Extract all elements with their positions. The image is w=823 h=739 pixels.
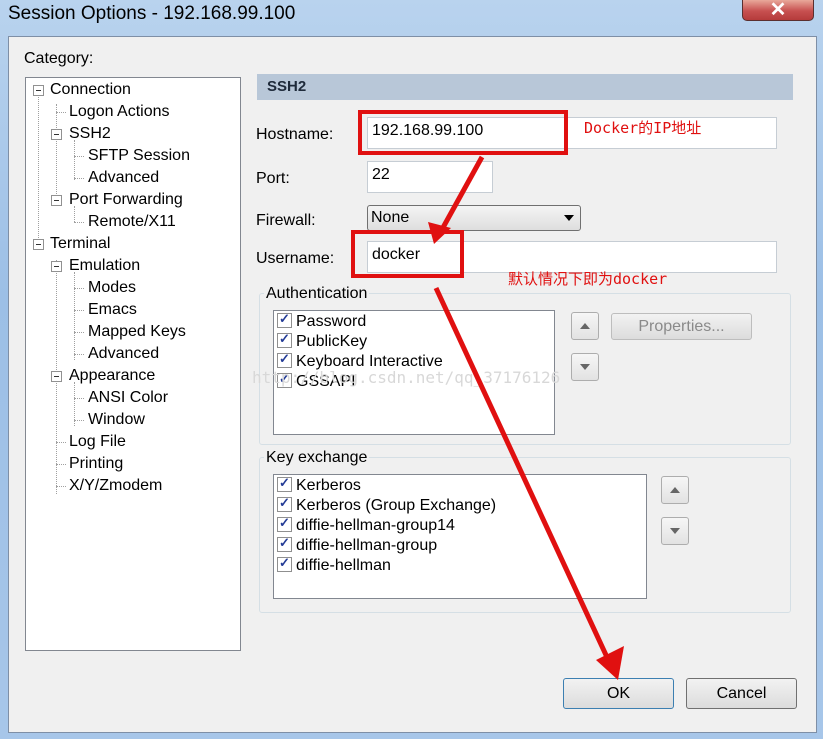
- tree-item-emulation-advanced[interactable]: Advanced: [88, 345, 159, 363]
- tree-item-ssh2-advanced[interactable]: Advanced: [88, 169, 159, 187]
- tree-item-printing[interactable]: Printing: [69, 455, 123, 473]
- port-label: Port:: [256, 170, 290, 187]
- checkbox-checked-icon[interactable]: [277, 331, 292, 348]
- hostname-annotation: Docker的IP地址: [584, 119, 702, 137]
- list-item[interactable]: diffie-hellman: [277, 555, 391, 575]
- collapse-icon[interactable]: [51, 261, 62, 272]
- tree-item-sftp-session[interactable]: SFTP Session: [88, 147, 190, 165]
- tree-item-remote-x11[interactable]: Remote/X11: [88, 213, 176, 231]
- list-item[interactable]: Kerberos (Group Exchange): [277, 495, 496, 515]
- tree-item-mapped-keys[interactable]: Mapped Keys: [88, 323, 186, 341]
- collapse-icon[interactable]: [33, 239, 44, 250]
- auth-move-down-button[interactable]: [571, 353, 599, 381]
- section-header: SSH2: [257, 74, 793, 100]
- kex-move-down-button[interactable]: [661, 517, 689, 545]
- close-icon: ✕: [769, 0, 787, 21]
- kex-move-up-button[interactable]: [661, 476, 689, 504]
- tree-item-emacs[interactable]: Emacs: [88, 301, 137, 319]
- checkbox-checked-icon[interactable]: [277, 555, 292, 572]
- session-options-window: Session Options - 192.168.99.100 ✕ Categ…: [0, 0, 823, 739]
- list-item[interactable]: diffie-hellman-group14: [277, 515, 455, 535]
- key-exchange-title: Key exchange: [264, 449, 370, 467]
- hostname-label: Hostname:: [256, 126, 334, 143]
- checkbox-checked-icon[interactable]: [277, 475, 292, 492]
- username-label: Username:: [256, 250, 335, 267]
- username-highlight: [351, 230, 464, 278]
- checkbox-checked-icon[interactable]: [277, 515, 292, 532]
- title-bar: Session Options - 192.168.99.100 ✕: [0, 0, 823, 30]
- close-button[interactable]: ✕: [742, 0, 814, 21]
- port-input[interactable]: 22: [367, 161, 493, 193]
- section-title: SSH2: [267, 78, 307, 95]
- collapse-icon[interactable]: [33, 85, 44, 96]
- tree-item-ansi-color[interactable]: ANSI Color: [88, 389, 168, 407]
- list-item[interactable]: Password: [277, 311, 366, 331]
- list-item[interactable]: Kerberos: [277, 475, 361, 495]
- tree-item-appearance[interactable]: Appearance: [69, 367, 155, 385]
- firewall-select[interactable]: None: [367, 205, 581, 231]
- watermark: http://blog.csdn.net/qq_37176126: [252, 368, 561, 387]
- tree-item-modes[interactable]: Modes: [88, 279, 136, 297]
- checkbox-checked-icon[interactable]: [277, 535, 292, 552]
- checkbox-checked-icon[interactable]: [277, 495, 292, 512]
- list-item[interactable]: PublicKey: [277, 331, 367, 351]
- list-item[interactable]: diffie-hellman-group: [277, 535, 437, 555]
- checkbox-checked-icon[interactable]: [277, 351, 292, 368]
- hostname-highlight: [358, 110, 568, 155]
- window-title: Session Options - 192.168.99.100: [8, 3, 296, 24]
- collapse-icon[interactable]: [51, 371, 62, 382]
- username-annotation: 默认情况下即为docker: [508, 270, 668, 288]
- firewall-label: Firewall:: [256, 212, 316, 229]
- properties-button[interactable]: Properties...: [611, 313, 752, 340]
- tree-item-window[interactable]: Window: [88, 411, 145, 429]
- key-exchange-group: Key exchange Kerberos Kerberos (Group Ex…: [259, 449, 791, 613]
- firewall-value: None: [371, 209, 410, 226]
- category-tree[interactable]: Connection Logon Actions SSH2 SFTP Sessi…: [25, 77, 241, 651]
- ok-button[interactable]: OK: [563, 678, 674, 709]
- cancel-button[interactable]: Cancel: [686, 678, 797, 709]
- tree-item-port-forwarding[interactable]: Port Forwarding: [69, 191, 183, 209]
- tree-item-log-file[interactable]: Log File: [69, 433, 126, 451]
- tree-item-connection[interactable]: Connection: [50, 81, 131, 99]
- tree-item-logon-actions[interactable]: Logon Actions: [69, 103, 170, 121]
- tree-item-terminal[interactable]: Terminal: [50, 235, 110, 253]
- category-label: Category:: [24, 50, 94, 67]
- checkbox-checked-icon[interactable]: [277, 311, 292, 328]
- auth-move-up-button[interactable]: [571, 312, 599, 340]
- collapse-icon[interactable]: [51, 195, 62, 206]
- tree-item-emulation[interactable]: Emulation: [69, 257, 140, 275]
- key-exchange-list[interactable]: Kerberos Kerberos (Group Exchange) diffi…: [273, 474, 647, 599]
- authentication-title: Authentication: [264, 285, 370, 303]
- tree-item-xyzmodem[interactable]: X/Y/Zmodem: [69, 477, 162, 495]
- chevron-down-icon: [564, 215, 574, 221]
- tree-item-ssh2[interactable]: SSH2: [69, 125, 111, 143]
- collapse-icon[interactable]: [51, 129, 62, 140]
